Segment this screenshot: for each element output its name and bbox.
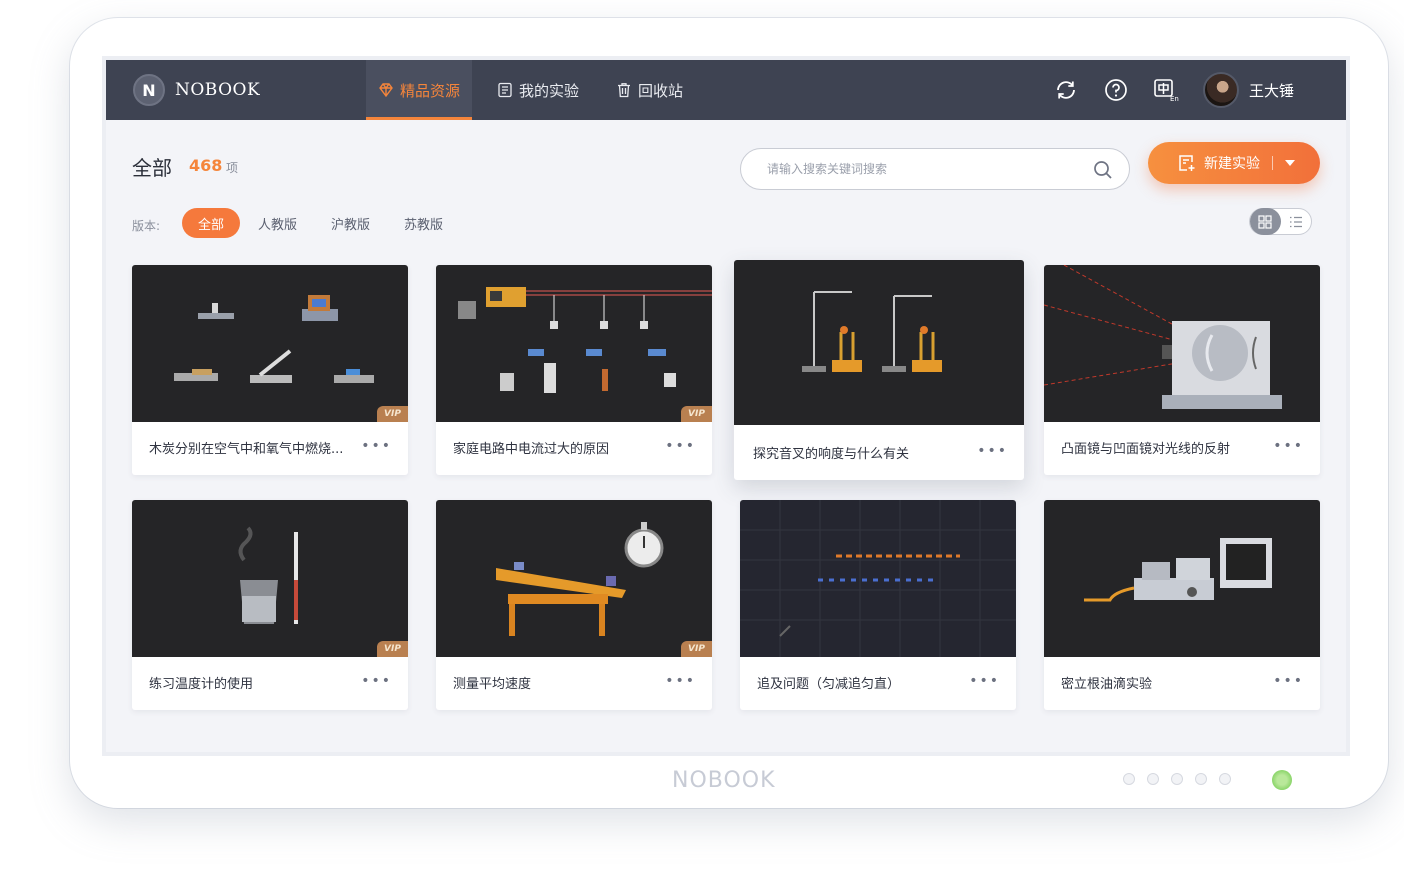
bezel-button: [1123, 773, 1135, 785]
filter-chip-all[interactable]: 全部: [182, 208, 241, 238]
experiment-card[interactable]: VIP 练习温度计的使用 •••: [132, 500, 408, 710]
nav-item-premium[interactable]: 精品资源: [366, 60, 473, 120]
gem-icon: [378, 82, 394, 98]
nav-item-recycle-bin[interactable]: 回收站: [604, 60, 695, 120]
card-thumbnail: [1044, 265, 1320, 422]
top-bar: N NOBOOK 精品资源 我的实验 回收站 En 王大锤: [106, 60, 1346, 120]
more-icon[interactable]: •••: [969, 673, 1000, 689]
button-divider: [1272, 156, 1273, 170]
experiment-card[interactable]: 凸面镜与凹面镜对光线的反射 •••: [1044, 265, 1320, 475]
top-tools: En 王大锤: [1053, 60, 1346, 120]
card-thumbnail: VIP: [132, 265, 408, 422]
experiment-card[interactable]: VIP 木炭分别在空气中和氧气中燃烧... •••: [132, 265, 408, 475]
bezel-button: [1195, 773, 1207, 785]
card-title: 追及问题（匀减追匀直）: [757, 677, 901, 692]
card-title: 练习温度计的使用: [149, 677, 254, 692]
card-title: 测量平均速度: [453, 677, 532, 692]
card-thumbnail: [740, 500, 1016, 657]
page-title: 全部: [132, 156, 172, 180]
vip-badge: VIP: [377, 641, 408, 657]
bezel-button: [1147, 773, 1159, 785]
card-thumbnail: VIP: [132, 500, 408, 657]
experiment-card[interactable]: VIP 家庭电路中电流过大的原因 •••: [436, 265, 712, 475]
sync-icon[interactable]: [1053, 77, 1079, 103]
app-screen: N NOBOOK 精品资源 我的实验 回收站 En 王大锤 全部 468 项 请…: [106, 60, 1346, 752]
filter-chip-hujiao[interactable]: 沪教版: [315, 208, 386, 238]
logo-mark: N: [133, 74, 165, 106]
card-thumbnail: VIP: [436, 265, 712, 422]
card-title: 家庭电路中电流过大的原因: [453, 442, 610, 457]
svg-text:En: En: [1170, 95, 1179, 103]
new-experiment-label: 新建实验: [1204, 156, 1260, 172]
more-icon[interactable]: •••: [977, 443, 1008, 459]
vip-badge: VIP: [377, 406, 408, 422]
card-thumbnail: [734, 260, 1024, 425]
filter-label: 版本:: [132, 219, 161, 233]
card-title: 密立根油滴实验: [1061, 677, 1153, 692]
more-icon[interactable]: •••: [1273, 438, 1304, 454]
card-thumbnail: [1044, 500, 1320, 657]
list-view-icon[interactable]: [1281, 208, 1312, 235]
vip-badge: VIP: [681, 641, 712, 657]
new-doc-icon: [1178, 154, 1196, 172]
help-icon[interactable]: [1103, 77, 1129, 103]
new-experiment-button[interactable]: 新建实验: [1148, 142, 1320, 184]
user-menu[interactable]: 王大锤: [1202, 72, 1294, 108]
nav-item-my-experiments[interactable]: 我的实验: [485, 60, 591, 120]
bezel-button: [1171, 773, 1183, 785]
avatar: [1202, 72, 1239, 108]
language-icon[interactable]: En: [1153, 77, 1179, 103]
nav-label: 回收站: [638, 81, 684, 100]
search-icon[interactable]: [1093, 160, 1113, 184]
list-doc-icon: [497, 82, 513, 98]
trash-icon: [616, 82, 632, 98]
view-toggle: [1249, 208, 1312, 235]
more-icon[interactable]: •••: [361, 438, 392, 454]
grid-view-icon[interactable]: [1250, 208, 1281, 235]
nav-label: 精品资源: [400, 81, 461, 100]
filter-chip-renjiao[interactable]: 人教版: [242, 208, 313, 238]
result-count: 468: [189, 156, 223, 175]
version-filter: 全部 人教版 沪教版 苏教版: [182, 208, 461, 238]
bezel-buttons: [1123, 773, 1243, 785]
logo[interactable]: N NOBOOK: [133, 74, 260, 106]
nav-label: 我的实验: [519, 81, 580, 100]
search-input[interactable]: [767, 162, 1077, 176]
card-title: 木炭分别在空气中和氧气中燃烧...: [149, 442, 344, 457]
more-icon[interactable]: •••: [665, 673, 696, 689]
chevron-down-icon[interactable]: [1285, 160, 1295, 166]
more-icon[interactable]: •••: [665, 438, 696, 454]
vip-badge: VIP: [681, 406, 712, 422]
bezel-button: [1219, 773, 1231, 785]
bezel-brand: NOBOOK: [672, 768, 776, 793]
logo-text: NOBOOK: [175, 80, 261, 100]
power-led: [1272, 770, 1292, 790]
main-nav: 精品资源 我的实验 回收站: [366, 60, 708, 120]
more-icon[interactable]: •••: [1273, 673, 1304, 689]
search-box: [740, 148, 1130, 190]
experiment-card[interactable]: 密立根油滴实验 •••: [1044, 500, 1320, 710]
experiment-card[interactable]: VIP 测量平均速度 •••: [436, 500, 712, 710]
filter-chip-sujiao[interactable]: 苏教版: [388, 208, 459, 238]
user-name: 王大锤: [1248, 81, 1294, 100]
result-count-unit: 项: [226, 161, 239, 175]
card-title: 凸面镜与凹面镜对光线的反射: [1061, 442, 1231, 457]
experiment-card[interactable]: 追及问题（匀减追匀直） •••: [740, 500, 1016, 710]
experiment-card[interactable]: 探究音叉的响度与什么有关 •••: [734, 260, 1024, 480]
card-thumbnail: VIP: [436, 500, 712, 657]
card-title: 探究音叉的响度与什么有关: [753, 447, 910, 462]
more-icon[interactable]: •••: [361, 673, 392, 689]
